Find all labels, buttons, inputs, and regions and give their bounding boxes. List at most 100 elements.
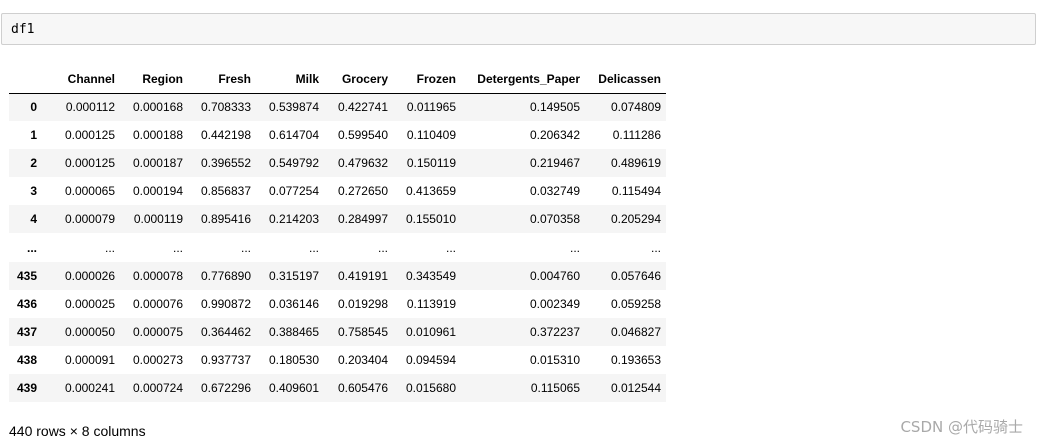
table-cell: 0.113919 xyxy=(406,296,456,311)
table-cell: 0.000125 xyxy=(64,128,115,143)
table-cell: 0.000724 xyxy=(132,380,183,395)
header-index-cell xyxy=(9,66,42,94)
table-cell: 0.036146 xyxy=(268,296,319,311)
table-cell: 0.002349 xyxy=(529,296,580,311)
table-cell: 0.605476 xyxy=(337,380,388,395)
table-cell: 0.155010 xyxy=(405,212,456,227)
table-cell: 0.115065 xyxy=(530,380,580,395)
header-region: Region xyxy=(120,66,188,94)
row-index: 439 xyxy=(16,380,37,395)
table-cell: 0.000125 xyxy=(64,156,115,171)
table-cell: 0.272650 xyxy=(337,184,388,199)
table-cell: 0.000188 xyxy=(132,128,183,143)
table-cell: 0.094594 xyxy=(405,352,456,367)
table-cell: 0.004760 xyxy=(529,268,580,283)
table-cell: 0.000091 xyxy=(64,352,115,367)
code-input-text[interactable]: df1 xyxy=(11,22,34,37)
table-cell: 0.019298 xyxy=(337,296,388,311)
table-cell: 0.856837 xyxy=(200,184,251,199)
table-row: 2 0.000125 0.000187 0.396552 0.549792 0.47963… xyxy=(9,149,666,178)
table-cell: ... xyxy=(650,240,661,255)
table-cell: 0.057646 xyxy=(610,268,661,283)
table-cell: 0.343549 xyxy=(405,268,456,283)
table-cell: 0.000112 xyxy=(65,100,115,115)
table-cell: 0.396552 xyxy=(200,156,251,171)
table-row: 1 0.000125 0.000188 0.442198 0.614704 0.59954… xyxy=(9,121,666,150)
table-cell: 0.012544 xyxy=(610,380,661,395)
table-cell: 0.000241 xyxy=(64,380,115,395)
table-cell: 0.990872 xyxy=(200,296,251,311)
table-cell: 0.937737 xyxy=(200,352,251,367)
table-cell: 0.214203 xyxy=(268,212,319,227)
table-cell: 0.219467 xyxy=(529,156,580,171)
table-cell: 0.388465 xyxy=(268,324,319,339)
table-row: 437 0.000050 0.000075 0.364462 0.388465 0.758… xyxy=(9,317,666,346)
table-header: Channel Region Fresh Milk Grocery Frozen… xyxy=(9,66,666,94)
watermark-text: CSDN @代码骑士 xyxy=(900,418,1023,436)
table-cell: ... xyxy=(172,240,183,255)
table-cell: 0.372237 xyxy=(529,324,580,339)
row-index: 3 xyxy=(30,184,37,199)
row-index: 4 xyxy=(30,212,37,227)
table-cell: 0.010961 xyxy=(405,324,456,339)
header-milk: Milk xyxy=(256,66,324,94)
table-cell: 0.205294 xyxy=(610,212,661,227)
table-row: 4 0.000079 0.000119 0.895416 0.214203 0.28499… xyxy=(9,205,666,234)
table-row: 435 0.000026 0.000078 0.776890 0.315197 0.419… xyxy=(9,261,666,290)
table-row: ........................... xyxy=(9,233,666,262)
table-cell: 0.000025 xyxy=(64,296,115,311)
table-cell: 0.015680 xyxy=(405,380,456,395)
table-cell: 0.479632 xyxy=(337,156,388,171)
table-cell: ... xyxy=(308,240,319,255)
table-cell: 0.011965 xyxy=(406,100,456,115)
table-cell: 0.599540 xyxy=(337,128,388,143)
table-cell: 0.672296 xyxy=(200,380,251,395)
header-fresh: Fresh xyxy=(188,66,256,94)
header-frozen: Frozen xyxy=(393,66,461,94)
table-cell: 0.442198 xyxy=(200,128,251,143)
table-row: 439 0.000241 0.000724 0.672296 0.409601 0.605… xyxy=(9,373,666,403)
table-cell: 0.000050 xyxy=(64,324,115,339)
table-cell: 0.000078 xyxy=(132,268,183,283)
row-index: 1 xyxy=(30,128,37,143)
table-cell: 0.409601 xyxy=(268,380,319,395)
table-cell: 0.000119 xyxy=(133,212,183,227)
table-cell: 0.032749 xyxy=(529,184,580,199)
table-cell: 0.776890 xyxy=(200,268,251,283)
dataframe-shape-text: 440 rows × 8 columns xyxy=(9,423,146,439)
table-cell: 0.180530 xyxy=(268,352,319,367)
table-row: 0 0.000112 0.000168 0.708333 0.539874 0.42274… xyxy=(9,93,666,122)
table-cell: 0.000075 xyxy=(132,324,183,339)
header-grocery: Grocery xyxy=(324,66,393,94)
table-cell: 0.000194 xyxy=(132,184,183,199)
table-cell: 0.549792 xyxy=(268,156,319,171)
table-cell: 0.074809 xyxy=(610,100,661,115)
table-cell: 0.413659 xyxy=(405,184,456,199)
table-cell: 0.758545 xyxy=(337,324,388,339)
table-cell: ... xyxy=(569,240,580,255)
table-cell: 0.070358 xyxy=(529,212,580,227)
header-delicassen: Delicassen xyxy=(585,66,666,94)
table-cell: 0.203404 xyxy=(337,352,388,367)
table-cell: 0.115494 xyxy=(611,184,661,199)
table-cell: 0.111286 xyxy=(612,128,661,143)
table-cell: 0.000168 xyxy=(132,100,183,115)
table-cell: 0.110409 xyxy=(406,128,456,143)
table-cell: 0.046827 xyxy=(610,324,661,339)
header-channel: Channel xyxy=(42,66,120,94)
table-cell: 0.149505 xyxy=(529,100,580,115)
table-body: 0 0.000112 0.000168 0.708333 0.539874 0.42274… xyxy=(9,93,666,403)
table-cell: 0.895416 xyxy=(200,212,251,227)
row-index: 438 xyxy=(16,352,37,367)
table-cell: 0.708333 xyxy=(200,100,251,115)
header-detergents-paper: Detergents_Paper xyxy=(461,66,585,94)
table-cell: 0.206342 xyxy=(529,128,580,143)
table-cell: ... xyxy=(240,240,251,255)
table-row: 3 0.000065 0.000194 0.856837 0.077254 0.27265… xyxy=(9,177,666,206)
code-input-cell[interactable]: df1 xyxy=(1,13,1036,45)
row-index: ... xyxy=(26,240,37,255)
table-cell: 0.077254 xyxy=(268,184,319,199)
row-index: 435 xyxy=(16,268,37,283)
table-row: 436 0.000025 0.000076 0.990872 0.036146 0.019… xyxy=(9,289,666,318)
table-cell: 0.489619 xyxy=(610,156,661,171)
